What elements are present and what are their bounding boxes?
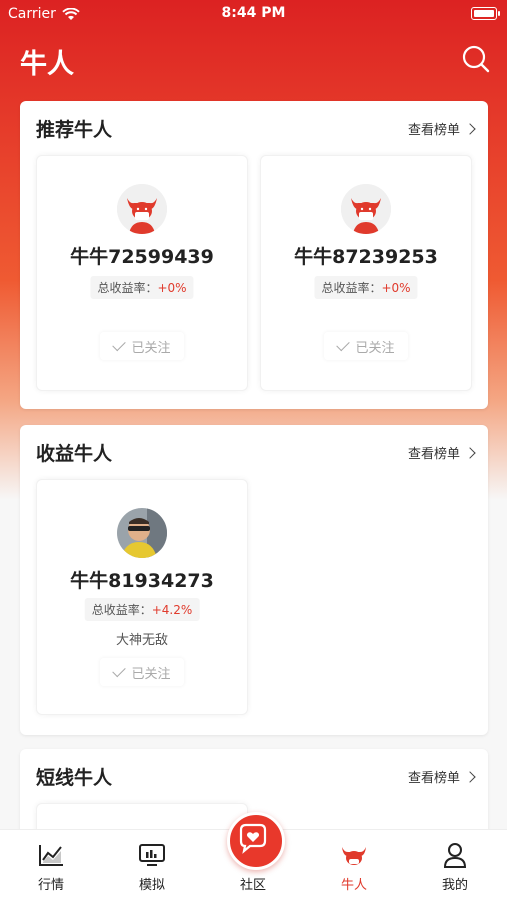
section-title: 推荐牛人 [36, 119, 113, 141]
avatar [117, 184, 167, 234]
view-ranking-label: 查看榜单 [407, 771, 460, 786]
person-card[interactable]: 牛牛81934273 总收益率：+4.2% 大神无敌 已关注 [36, 479, 248, 715]
status-time: 8:44 PM [221, 5, 286, 21]
tab-label: 模拟 [138, 878, 165, 893]
nav-header: 牛人 [0, 38, 507, 84]
check-icon [336, 337, 351, 351]
followed-button[interactable]: 已关注 [324, 332, 408, 360]
person-name: 牛牛87239253 [294, 246, 438, 268]
total-return-value: +4.2% [151, 603, 193, 617]
tab-label: 社区 [239, 878, 266, 893]
followed-label: 已关注 [131, 340, 171, 356]
tab-label: 我的 [441, 878, 468, 893]
status-bar: Carrier 8:44 PM [0, 0, 507, 28]
tab-bar: 行情 模拟 社区 牛人 我的 [0, 812, 507, 900]
person-name: 牛牛81934273 [70, 570, 214, 592]
bull-avatar-icon [117, 184, 167, 234]
person-name: 牛牛72599439 [70, 246, 214, 268]
chart-trend-icon [39, 845, 63, 866]
tab-simulate[interactable]: 模拟 [112, 840, 192, 893]
chevron-right-icon [464, 446, 476, 459]
view-ranking-label: 查看榜单 [407, 447, 460, 462]
avatar [117, 508, 167, 558]
view-ranking-label: 查看榜单 [407, 123, 460, 138]
section-title: 短线牛人 [36, 767, 113, 789]
section-recommended: 推荐牛人 查看榜单 牛牛72599439 总收益率：+0% 已关注 牛牛8723… [20, 101, 488, 409]
section-returns: 收益牛人 查看榜单 牛牛81934273 总收益率：+4.2% 大神无敌 已关注 [20, 425, 488, 735]
bull-avatar-icon [341, 184, 391, 234]
chevron-right-icon [464, 770, 476, 783]
search-icon[interactable] [461, 44, 491, 74]
followed-button[interactable]: 已关注 [100, 332, 184, 360]
user-photo-icon [117, 508, 167, 558]
total-return-badge: 总收益率：+4.2% [84, 598, 200, 621]
check-icon [112, 337, 127, 351]
heart-chat-icon [239, 823, 267, 854]
chevron-right-icon [464, 122, 476, 135]
tab-market[interactable]: 行情 [11, 840, 91, 893]
person-card[interactable]: 牛牛72599439 总收益率：+0% 已关注 [36, 155, 248, 391]
tab-label: 牛人 [340, 878, 367, 893]
bull-icon [342, 847, 366, 865]
total-return-label: 总收益率： [321, 281, 382, 295]
page-title: 牛人 [20, 49, 74, 80]
total-return-value: +0% [381, 281, 411, 295]
check-icon [112, 663, 127, 677]
total-return-value: +0% [157, 281, 187, 295]
tab-mine[interactable]: 我的 [415, 840, 495, 893]
followed-label: 已关注 [355, 340, 395, 356]
view-ranking-link[interactable]: 查看榜单 [407, 443, 476, 462]
community-button[interactable] [227, 812, 285, 870]
view-ranking-link[interactable]: 查看榜单 [407, 119, 476, 138]
tab-experts[interactable]: 牛人 [314, 840, 394, 893]
followed-label: 已关注 [131, 666, 171, 682]
total-return-badge: 总收益率：+0% [314, 276, 418, 299]
monitor-icon [139, 844, 165, 866]
section-title: 收益牛人 [36, 443, 113, 465]
user-icon [443, 843, 467, 868]
total-return-label: 总收益率： [97, 281, 158, 295]
total-return-label: 总收益率： [91, 603, 152, 617]
person-motto: 大神无敌 [115, 633, 168, 648]
person-card[interactable]: 牛牛87239253 总收益率：+0% 已关注 [260, 155, 472, 391]
followed-button[interactable]: 已关注 [100, 658, 184, 686]
battery-icon [471, 7, 500, 20]
tab-label: 行情 [37, 878, 64, 893]
tab-community[interactable]: 社区 [213, 874, 293, 893]
view-ranking-link[interactable]: 查看榜单 [407, 767, 476, 786]
total-return-badge: 总收益率：+0% [90, 276, 194, 299]
avatar [341, 184, 391, 234]
